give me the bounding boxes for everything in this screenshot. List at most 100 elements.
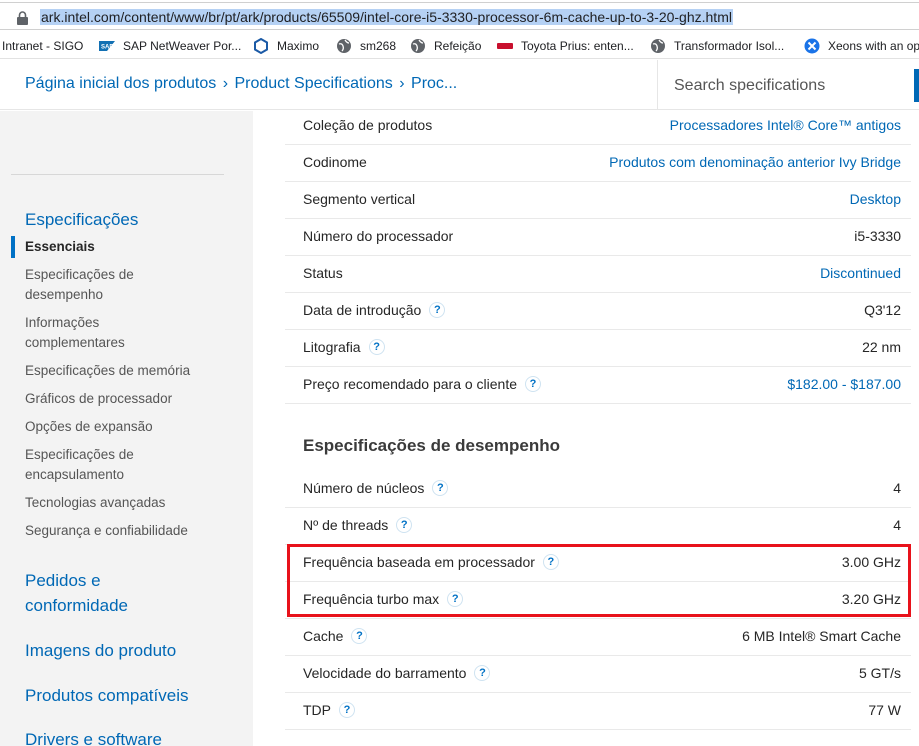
spec-row-tdp: TDP? 77 W	[285, 693, 911, 730]
sidebar-link-imagens[interactable]: Imagens do produto	[25, 638, 176, 663]
breadcrumb-home[interactable]: Página inicial dos produtos	[25, 75, 216, 92]
sidebar-item-complementares[interactable]: Informações complementares	[25, 313, 145, 353]
spec-row-preco: Preço recomendado para o cliente? $182.0…	[285, 367, 911, 404]
bookmark-xeons[interactable]: Xeons with an op	[804, 37, 919, 55]
sidebar-link-compativeis[interactable]: Produtos compatíveis	[25, 683, 188, 708]
spec-row-numero-processador: Número do processador i5-3330	[285, 219, 911, 256]
sidebar-item-seguranca[interactable]: Segurança e confiabilidade	[25, 521, 225, 541]
bookmark-refeicao[interactable]: Refeição	[410, 37, 481, 55]
spec-row-barramento: Velocidade do barramento? 5 GT/s	[285, 656, 911, 693]
spec-row-cache: Cache? 6 MB Intel® Smart Cache	[285, 619, 911, 656]
search-button[interactable]	[914, 69, 919, 102]
sidebar-divider	[11, 174, 224, 175]
sidebar-link-pedidos[interactable]: Pedidos e conformidade	[25, 568, 145, 618]
sidebar-link-drivers[interactable]: Drivers e software	[25, 727, 162, 746]
spec-value: 4	[893, 517, 901, 533]
bookmark-label: Transformador Isol...	[674, 39, 785, 53]
spec-label: Status	[303, 265, 343, 281]
spec-row-codinome: Codinome Produtos com denominação anteri…	[285, 145, 911, 182]
browser-address-bar: ark.intel.com/content/www/br/pt/ark/prod…	[0, 0, 919, 32]
sidebar-item-desempenho[interactable]: Especificações de desempenho	[25, 265, 145, 305]
spec-value: Q3'12	[864, 302, 901, 318]
spec-label-text: Velocidade do barramento	[303, 665, 467, 681]
spec-label-text: Frequência baseada em processador	[303, 554, 535, 570]
spec-label: Preço recomendado para o cliente?	[303, 376, 542, 392]
spec-value: 5 GT/s	[858, 665, 901, 681]
spec-value: 22 nm	[862, 339, 901, 355]
brand-favicon-icon	[497, 38, 513, 54]
spec-panel: Coleção de produtos Processadores Intel®…	[253, 111, 919, 746]
spec-value-link[interactable]: Desktop	[850, 191, 901, 207]
help-icon[interactable]: ?	[368, 339, 385, 355]
help-icon[interactable]: ?	[351, 628, 368, 644]
spec-value: 4	[893, 480, 901, 496]
search-specifications[interactable]: Search specifications	[657, 60, 919, 110]
page-header: Página inicial dos produtos › Product Sp…	[0, 60, 919, 110]
help-icon[interactable]: ?	[525, 376, 542, 392]
spec-value-link[interactable]: Discontinued	[820, 265, 901, 281]
spec-row-litografia: Litografia? 22 nm	[285, 330, 911, 367]
lock-icon	[17, 11, 28, 25]
bookmark-maximo[interactable]: Maximo	[253, 37, 319, 55]
spec-value: 6 MB Intel® Smart Cache	[742, 628, 901, 644]
bookmark-label: Toyota Prius: enten...	[521, 39, 634, 53]
spec-row-status: Status Discontinued	[285, 256, 911, 293]
spec-label: Número do processador	[303, 228, 454, 244]
spec-label: Segmento vertical	[303, 191, 416, 207]
spec-label: Nº de threads?	[303, 517, 413, 533]
bookmarks-bar: Intranet - SIGO SAP SAP NetWeaver Por...…	[0, 32, 919, 59]
spec-row-nucleos: Número de núcleos? 4	[285, 471, 911, 508]
bookmark-intranet[interactable]: Intranet - SIGO	[2, 37, 83, 55]
spec-row-segmento: Segmento vertical Desktop	[285, 182, 911, 219]
help-icon[interactable]: ?	[447, 591, 464, 607]
spec-label-text: TDP	[303, 702, 331, 718]
spec-value: 77 W	[868, 702, 901, 718]
sidebar-item-memoria[interactable]: Especificações de memória	[25, 361, 225, 381]
spec-row-colecao: Coleção de produtos Processadores Intel®…	[285, 108, 911, 145]
sidebar-item-expansao[interactable]: Opções de expansão	[25, 417, 225, 437]
sidebar-item-graficos[interactable]: Gráficos de processador	[25, 389, 225, 409]
help-icon[interactable]: ?	[474, 665, 491, 681]
bookmark-transformador[interactable]: Transformador Isol...	[650, 37, 784, 55]
help-icon[interactable]: ?	[429, 302, 446, 318]
search-input[interactable]: Search specifications	[674, 77, 825, 95]
spec-row-frequencia-turbo: Frequência turbo max? 3.20 GHz	[285, 582, 911, 619]
sidebar-item-tecnologias[interactable]: Tecnologias avançadas	[25, 493, 225, 513]
breadcrumb-processors[interactable]: Proc...	[411, 75, 457, 92]
bookmark-toyota[interactable]: Toyota Prius: enten...	[497, 37, 634, 55]
globe-icon	[336, 38, 352, 54]
spec-label: Frequência baseada em processador?	[303, 554, 559, 570]
active-indicator	[11, 236, 15, 258]
help-icon[interactable]: ?	[432, 480, 449, 496]
spec-label: Frequência turbo max?	[303, 591, 464, 607]
globe-icon	[410, 38, 426, 54]
sidebar-item-encapsulamento[interactable]: Especificações de encapsulamento	[25, 445, 145, 485]
globe-icon	[650, 38, 666, 54]
bookmark-sap[interactable]: SAP SAP NetWeaver Por...	[99, 37, 241, 55]
spec-label-text: Preço recomendado para o cliente	[303, 376, 518, 392]
sidebar-item-essenciais[interactable]: Essenciais	[25, 237, 225, 257]
spec-label: Data de introdução?	[303, 302, 446, 318]
spec-value-link[interactable]: Processadores Intel® Core™ antigos	[670, 117, 901, 133]
spec-value-link[interactable]: Produtos com denominação anterior Ivy Br…	[609, 154, 901, 170]
help-icon[interactable]: ?	[542, 554, 559, 570]
breadcrumb-separator: ›	[399, 75, 405, 92]
spec-label: Número de núcleos?	[303, 480, 449, 496]
help-icon[interactable]: ?	[396, 517, 413, 533]
breadcrumb-product-specs[interactable]: Product Specifications	[234, 75, 392, 92]
spec-label: TDP?	[303, 702, 355, 718]
bookmark-sm268[interactable]: sm268	[336, 37, 396, 55]
spec-label-text: Data de introdução	[303, 302, 422, 318]
bookmark-label: Xeons with an op	[828, 39, 919, 53]
svg-text:SAP: SAP	[101, 45, 113, 51]
spec-label: Litografia?	[303, 339, 385, 355]
url-text: ark.intel.com/content/www/br/pt/ark/prod…	[40, 9, 733, 25]
spec-label: Codinome	[303, 154, 367, 170]
section-title-desempenho: Especificações de desempenho	[303, 436, 560, 455]
spec-value: i5-3330	[854, 228, 901, 244]
help-icon[interactable]: ?	[339, 702, 355, 718]
sidebar-heading-specifications[interactable]: Especificações	[25, 207, 138, 232]
spec-value: 3.20 GHz	[841, 591, 901, 607]
url-field[interactable]: ark.intel.com/content/www/br/pt/ark/prod…	[0, 2, 919, 30]
spec-value-link[interactable]: $182.00 - $187.00	[787, 376, 901, 392]
